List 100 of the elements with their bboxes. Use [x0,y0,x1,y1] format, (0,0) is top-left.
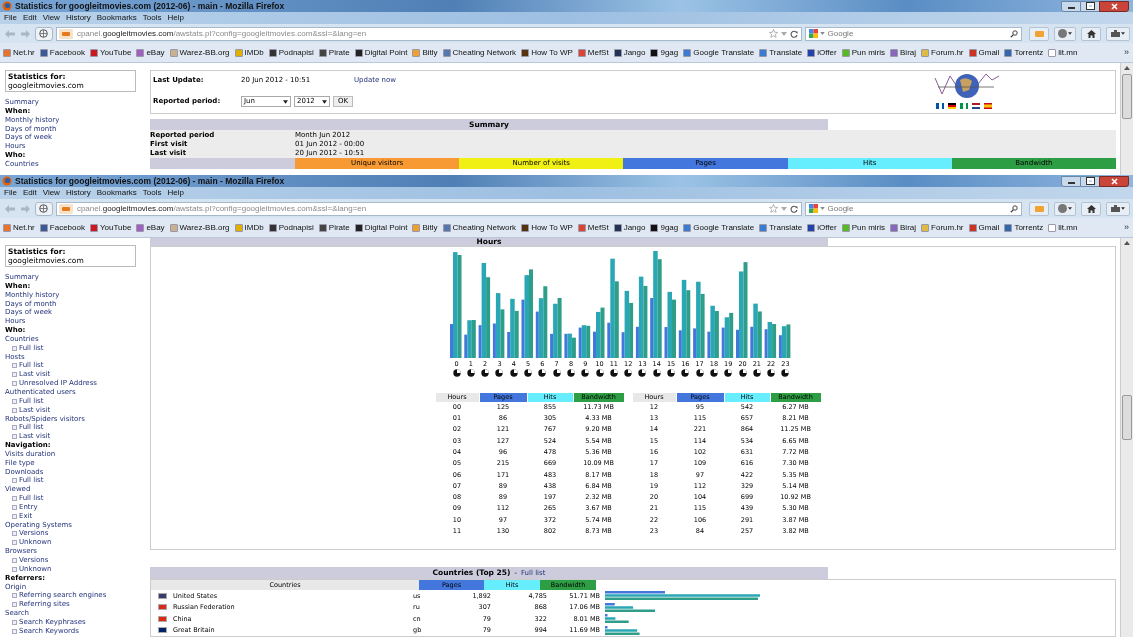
search-input[interactable]: Google [827,29,1011,38]
minimize-button[interactable] [1061,0,1081,12]
scroll-thumb[interactable] [1122,395,1132,440]
menu-item[interactable]: Tools [142,14,162,22]
url-field[interactable]: cpanel.googleitmovies.com/awstats.pl?config=googleitmovies.com&ssl=&lang=en [55,26,802,41]
search-field[interactable]: Google [804,26,1023,41]
bookmark-item[interactable]: Cheating Network [442,48,517,57]
dropdown-caret-icon[interactable] [780,31,787,36]
bookmark-item[interactable]: IMDb [234,48,264,57]
search-engine-icon[interactable] [808,204,818,213]
bookmark-item[interactable]: eBay [136,48,165,57]
minimize-button[interactable] [1061,175,1081,187]
bookmark-item[interactable]: Gmail [968,223,1000,232]
url-field[interactable]: cpanel.googleitmovies.com/awstats.pl?config=googleitmovies.com&ssl=&lang=en [55,201,802,216]
bookmark-item[interactable]: How To WP [521,48,573,57]
menu-item[interactable]: Help [167,189,184,197]
bookmark-item[interactable]: Pun miris [841,48,886,57]
bookmark-item[interactable]: Translate [759,223,803,232]
bookmark-item[interactable]: MefSt [577,223,609,232]
close-button[interactable] [1099,0,1129,12]
menu-item[interactable]: File [4,189,17,197]
overflow-chevron[interactable]: » [1124,223,1129,232]
search-engine-icon[interactable] [808,29,818,38]
bookmark-item[interactable]: Jango [613,223,646,232]
bookmark-item[interactable]: Warez-BB.org [169,223,230,232]
bookmark-item[interactable]: Digital Point [354,48,408,57]
account-button[interactable] [1054,201,1077,216]
bookmark-item[interactable]: Forum.hr [921,223,964,232]
bookmark-item[interactable]: Jango [613,48,646,57]
bookmark-item[interactable]: lit.mn [1048,223,1078,232]
bookmark-item[interactable]: Podnapisi [268,223,314,232]
bookmark-item[interactable]: Pun miris [841,223,886,232]
bookmark-item[interactable]: Google Translate [683,48,755,57]
bookmark-item[interactable]: lit.mn [1048,48,1078,57]
bookmark-item[interactable]: Google Translate [683,223,755,232]
bookmark-item[interactable]: iOffer [807,48,837,57]
bookmark-item[interactable]: Net.hr [3,48,35,57]
bookmark-item[interactable]: Torrentz [1004,48,1044,57]
bookmark-item[interactable]: Digital Point [354,223,408,232]
bookmark-item[interactable]: IMDb [234,223,264,232]
bookmark-item[interactable]: Bitly [412,48,438,57]
account-button[interactable] [1054,26,1077,41]
scroll-thumb[interactable] [1122,74,1132,119]
identity-button[interactable] [34,26,53,41]
search-icon[interactable] [1010,29,1019,38]
search-field[interactable]: Google [804,201,1023,216]
menu-item[interactable]: Bookmarks [96,189,137,197]
bookmark-item[interactable]: Biraj [890,223,917,232]
menu-item[interactable]: File [4,14,17,22]
bookmark-item[interactable]: Forum.hr [921,48,964,57]
search-input[interactable]: Google [827,204,1011,213]
scroll-up-icon[interactable] [1124,241,1130,245]
bookmark-item[interactable]: YouTube [89,48,132,57]
menu-item[interactable]: Tools [142,189,162,197]
menu-item[interactable]: Help [167,14,184,22]
scroll-up-icon[interactable] [1124,66,1130,70]
bookmark-item[interactable]: Cheating Network [442,223,517,232]
scrollbar[interactable] [1120,63,1133,175]
bookmark-item[interactable]: Podnapisi [268,48,314,57]
bookmark-item[interactable]: Facebook [39,48,85,57]
star-icon[interactable] [768,29,778,38]
menu-item[interactable]: View [42,14,60,22]
dropdown-caret-icon[interactable] [819,32,825,35]
bookmark-item[interactable]: Torrentz [1004,223,1044,232]
bookmark-item[interactable]: How To WP [521,223,573,232]
reload-icon[interactable] [789,204,798,213]
bookmark-item[interactable]: Facebook [39,223,85,232]
bookmark-item[interactable]: Pirate [318,48,350,57]
star-icon[interactable] [768,204,778,213]
bookmark-item[interactable]: MefSt [577,48,609,57]
home-button[interactable] [1081,26,1102,41]
identity-button[interactable] [34,201,53,216]
maximize-button[interactable] [1081,175,1099,187]
maximize-button[interactable] [1081,0,1099,12]
home-button[interactable] [1081,201,1102,216]
menu-item[interactable]: Edit [22,189,37,197]
bookmark-item[interactable]: eBay [136,223,165,232]
menu-item[interactable]: Bookmarks [96,14,137,22]
bookmark-item[interactable]: Biraj [890,48,917,57]
bookmark-item[interactable]: 9gag [650,223,679,232]
dropdown-caret-icon[interactable] [819,207,825,210]
bookmark-item[interactable]: Gmail [968,48,1000,57]
reload-icon[interactable] [789,29,798,38]
dropdown-caret-icon[interactable] [780,206,787,211]
scrollbar[interactable] [1120,238,1133,637]
bookmark-item[interactable]: 9gag [650,48,679,57]
bookmark-item[interactable]: YouTube [89,223,132,232]
menu-item[interactable]: View [42,189,60,197]
close-button[interactable] [1099,175,1129,187]
bookmark-item[interactable]: Net.hr [3,223,35,232]
tools-button[interactable] [1106,201,1130,216]
bookmark-item[interactable]: Bitly [412,223,438,232]
menu-item[interactable]: History [65,189,91,197]
bookmark-item[interactable]: Warez-BB.org [169,48,230,57]
bookmark-item[interactable]: Pirate [318,223,350,232]
tools-button[interactable] [1106,26,1130,41]
menu-item[interactable]: Edit [22,14,37,22]
bookmark-item[interactable]: Translate [759,48,803,57]
overflow-chevron[interactable]: » [1124,48,1129,57]
bookmark-item[interactable]: iOffer [807,223,837,232]
